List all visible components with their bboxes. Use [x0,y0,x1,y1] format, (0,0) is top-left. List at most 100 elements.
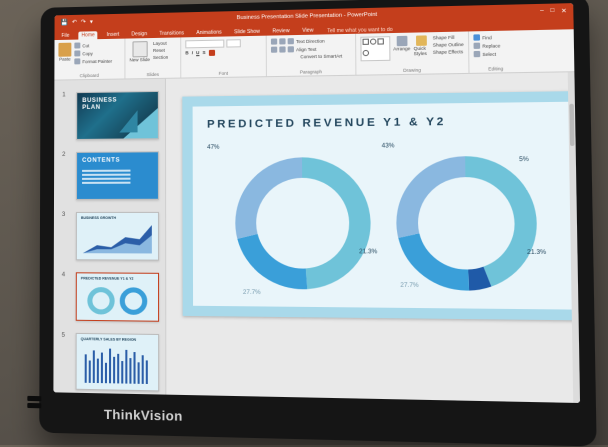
donut-segment[interactable] [409,236,469,280]
donut-segment[interactable] [469,276,488,280]
slide-number: 4 [61,272,66,279]
rectangle-shape-icon [362,38,369,45]
slide-thumbnail-3[interactable]: BUSINESS GROWTH [75,211,160,261]
y1-pct-21: 21.3% [359,249,378,256]
new-slide-label: New Slide [129,57,150,63]
select-button[interactable]: Select [473,50,518,58]
slide-content: PREDICTED REVENUE Y1 & Y2 47% 21.3% 27.7… [192,101,573,310]
font-size-select[interactable] [226,39,241,48]
find-label: Find [482,34,492,40]
slide-thumbnail-5[interactable]: QUARTERLY SALES BY REGION [75,332,160,392]
shapes-gallery[interactable] [360,36,391,62]
thumb-4-title: PREDICTED REVENUE Y1 & Y2 [80,276,134,281]
scroll-thumb[interactable] [569,103,575,146]
arrange-button[interactable]: Arrange [393,35,410,61]
arrange-icon [396,35,408,47]
shape-effects-button[interactable]: Shape Effects [433,49,464,55]
numbering-icon[interactable] [279,38,286,45]
shape-outline-label: Shape Outline [432,41,464,48]
section-button[interactable]: Section [153,55,168,60]
shape-fill-label: Shape Fill [432,34,455,41]
paragraph-group-label: Paragraph [299,69,322,75]
screen: 💾 ↶ ↷ ▾ Business Presentation Slide Pres… [53,3,581,404]
drawing-group: Arrange Quick Styles Shape Fill Shape Ou… [356,31,470,75]
convert-smartart-button[interactable]: Convert to SmartArt [300,53,351,59]
paste-icon [58,42,72,57]
align-text-button[interactable]: Align Text [296,46,316,52]
editing-group-label: Editing [488,66,504,72]
format-painter-button[interactable]: Format Painter [74,58,112,65]
slide-title[interactable]: PREDICTED REVENUE Y1 & Y2 [207,116,446,131]
vertical-scrollbar[interactable] [567,72,581,404]
replace-button[interactable]: Replace [473,42,518,49]
slide-thumbnail-4[interactable]: PREDICTED REVENUE Y1 & Y2 [75,272,160,322]
slide-thumbnail-2[interactable]: CONTENTS [75,151,159,200]
slide-number: 5 [61,332,65,339]
donut-segment[interactable] [247,236,306,279]
find-button[interactable]: Find [473,34,517,41]
font-color-icon[interactable] [208,49,215,56]
donut-segment[interactable] [246,168,303,237]
editing-group: Find Replace Select Editing [469,30,522,73]
convert-smartart-label: Convert to SmartArt [300,53,343,60]
slide-thumbnails-pane: 1 BUSINESS PLAN 2 CONTENTS 3 BUSINESS GR… [53,78,167,395]
quick-styles-icon [416,35,427,46]
donut-segment[interactable] [407,167,467,236]
oval-shape-icon [369,38,377,45]
slides-group: New Slide Layout Reset Section Slides [125,37,182,79]
select-label: Select [482,51,497,57]
y2-pct-21: 21.3% [527,249,547,257]
font-group: B I U S Font [181,35,267,78]
new-slide-icon [132,41,148,58]
quick-styles-button[interactable]: Quick Styles [413,35,429,60]
copy-button[interactable]: Copy [74,50,112,57]
square-shape-icon [377,38,384,45]
cut-button[interactable]: Cut [74,42,112,49]
donut-chart-y1[interactable] [224,145,384,301]
align-text-label: Align Text [296,46,317,52]
donut-segment[interactable] [465,166,526,276]
paragraph-group: Text Direction Align Text Convert to Sma… [266,33,357,77]
cut-label: Cut [82,42,90,48]
y2-pct-5: 5% [519,156,529,164]
layout-button[interactable]: Layout [153,41,168,46]
shape-fill-button[interactable]: Shape Fill [433,35,464,41]
quick-styles-label: Quick Styles [413,45,427,57]
brush-icon [74,58,81,65]
new-slide-button[interactable]: New Slide [129,41,150,62]
reset-label: Reset [153,47,165,53]
slide-thumbnail-1[interactable]: BUSINESS PLAN [76,90,159,140]
paste-label: Paste [59,56,71,62]
slide-editor[interactable]: PREDICTED REVENUE Y1 & Y2 47% 21.3% 27.7… [165,72,581,404]
paste-button[interactable]: Paste [58,42,72,65]
bold-button[interactable]: B [185,50,188,56]
section-label: Section [153,54,169,60]
bullets-icon[interactable] [270,38,278,45]
slide-number: 3 [61,211,66,218]
format-painter-label: Format Painter [82,58,113,64]
contents-lines [82,168,131,186]
donut-chart-y2[interactable] [384,144,550,303]
indent-icon[interactable] [287,38,294,45]
text-direction-button[interactable]: Text Direction [296,37,325,44]
reset-button[interactable]: Reset [153,48,168,53]
business-plan-title: BUSINESS PLAN [82,98,117,112]
clipboard-group: Paste Cut Copy Format Painter Clipboard [54,38,126,80]
find-icon [473,34,481,41]
y1-pct-47: 47% [207,144,220,151]
align-center-icon[interactable] [279,46,286,53]
align-right-icon[interactable] [287,46,294,53]
current-slide[interactable]: PREDICTED REVENUE Y1 & Y2 47% 21.3% 27.7… [182,91,581,321]
workspace: 1 BUSINESS PLAN 2 CONTENTS 3 BUSINESS GR… [53,72,581,404]
align-left-icon[interactable] [270,46,278,53]
strikethrough-button[interactable]: S [202,50,205,56]
usb-ports [27,394,63,415]
underline-button[interactable]: U [196,50,199,56]
thumb-3-title: BUSINESS GROWTH [80,215,117,221]
italic-button[interactable]: I [192,50,193,56]
shape-outline-button[interactable]: Shape Outline [433,42,464,48]
contents-title: CONTENTS [82,157,121,164]
font-name-select[interactable] [185,39,225,49]
blue-shape [119,110,138,133]
donut-segment[interactable] [302,167,360,279]
